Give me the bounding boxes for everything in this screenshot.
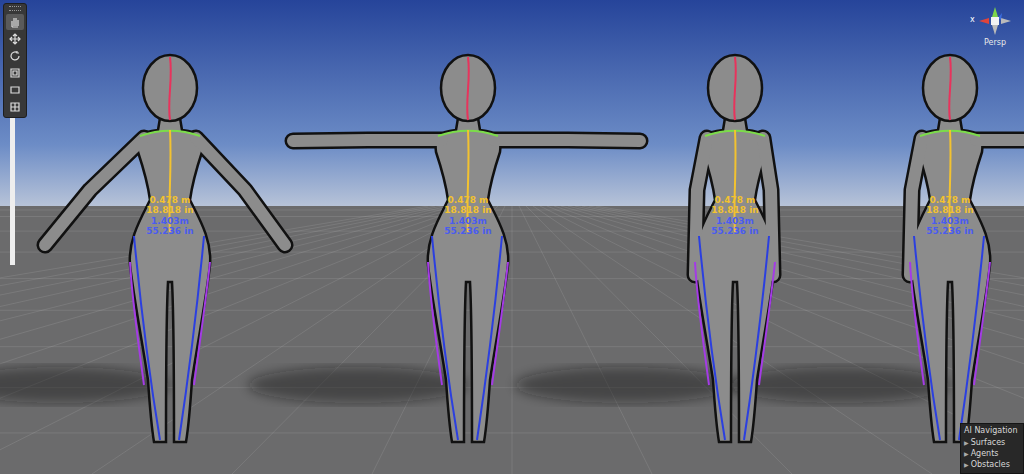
grid-line bbox=[0, 206, 456, 474]
measure-label: 55.236 in bbox=[711, 226, 758, 236]
transform-tool-button[interactable] bbox=[6, 99, 24, 115]
ai-navigation-overlay: AI Navigation▶Surfaces▶Agents▶Obstacles bbox=[960, 423, 1024, 474]
measure-guide bbox=[467, 57, 469, 120]
expand-arrow[interactable]: ▶ bbox=[964, 439, 969, 446]
x-axis-label: x bbox=[970, 15, 975, 24]
measure-guide bbox=[949, 57, 951, 120]
measure-label: 1.403m bbox=[716, 216, 754, 226]
viewport[interactable]: 0.478 m18.818 in1.403m55.236 in0.478 m18… bbox=[0, 0, 1024, 474]
expand-arrow[interactable]: ▶ bbox=[964, 450, 969, 457]
measure-label: 0.478 m bbox=[930, 195, 971, 205]
figure-arm bbox=[293, 140, 442, 141]
move-icon bbox=[9, 33, 21, 45]
rotate-tool-button[interactable] bbox=[6, 48, 24, 64]
hand-tool-button[interactable] bbox=[6, 14, 24, 30]
figure-body bbox=[428, 118, 508, 442]
arm-outline bbox=[976, 140, 1024, 141]
toolbar-grip[interactable] bbox=[9, 6, 21, 11]
measure-label: 1.403m bbox=[931, 216, 969, 226]
rotate-icon bbox=[9, 50, 21, 62]
tool-bar bbox=[3, 3, 27, 118]
measure-label: 18.818 in bbox=[146, 205, 193, 215]
grid-line bbox=[0, 206, 477, 474]
axis-gizmo-icon bbox=[972, 4, 1018, 38]
scale-tool-button[interactable] bbox=[6, 65, 24, 81]
overlay-title[interactable]: AI Navigation bbox=[964, 426, 1020, 437]
figure-arm bbox=[45, 138, 144, 245]
figure-arm bbox=[494, 140, 640, 141]
figure-head bbox=[143, 55, 197, 121]
overlay-item[interactable]: ▶Agents bbox=[964, 448, 1020, 459]
measure-guide bbox=[910, 262, 990, 385]
figure-shadow bbox=[0, 367, 170, 403]
grid-line bbox=[0, 206, 442, 474]
measure-label: 18.818 in bbox=[711, 205, 758, 215]
measure-guide bbox=[914, 236, 984, 440]
grid-line bbox=[519, 206, 652, 474]
figure-arm bbox=[976, 140, 1024, 141]
overlay-item[interactable]: ▶Obstacles bbox=[964, 459, 1020, 470]
measure-guide bbox=[428, 262, 508, 385]
grid-line bbox=[0, 206, 484, 474]
measure-guide bbox=[130, 262, 210, 385]
measure-guide bbox=[699, 236, 769, 440]
figure-head bbox=[708, 55, 762, 121]
figure-arm bbox=[196, 138, 285, 245]
measure-label: 1.403m bbox=[151, 216, 189, 226]
scene-view[interactable]: 0.478 m18.818 in1.403m55.236 in0.478 m18… bbox=[0, 0, 1024, 474]
figure-head bbox=[441, 55, 495, 121]
figure[interactable]: 0.478 m18.818 in1.403m55.236 in bbox=[45, 55, 285, 442]
arm-outline bbox=[494, 140, 640, 141]
grid-line bbox=[0, 206, 470, 474]
figure[interactable]: 0.478 m18.818 in1.403m55.236 in bbox=[910, 55, 1024, 442]
measure-label: 0.478 m bbox=[448, 195, 489, 205]
move-tool-button[interactable] bbox=[6, 31, 24, 47]
grid-line bbox=[0, 206, 449, 474]
measure-guide bbox=[695, 262, 775, 385]
hand-icon bbox=[9, 16, 21, 28]
measure-label: 0.478 m bbox=[715, 195, 756, 205]
measure-guide bbox=[432, 236, 502, 440]
measure-guide bbox=[734, 57, 736, 120]
expand-arrow[interactable]: ▶ bbox=[964, 461, 969, 468]
measure-label: 18.818 in bbox=[926, 205, 973, 215]
measure-label: 55.236 in bbox=[146, 226, 193, 236]
overlay-item[interactable]: ▶Surfaces bbox=[964, 437, 1020, 448]
transform-icon bbox=[9, 101, 21, 113]
rect-tool-button[interactable] bbox=[6, 82, 24, 98]
figure-body bbox=[910, 118, 990, 442]
arm-outline bbox=[45, 138, 144, 245]
figure[interactable]: 0.478 m18.818 in1.403m55.236 in bbox=[293, 55, 640, 442]
measure-label: 1.403m bbox=[449, 216, 487, 226]
figure-body bbox=[695, 118, 775, 442]
rect-icon bbox=[9, 84, 21, 96]
projection-label[interactable]: Persp bbox=[984, 38, 1006, 47]
figure-shadow bbox=[248, 367, 468, 403]
figure-shadow bbox=[515, 367, 735, 403]
scale-icon bbox=[9, 67, 21, 79]
grid-line bbox=[512, 206, 513, 474]
figure[interactable]: 0.478 m18.818 in1.403m55.236 in bbox=[695, 55, 775, 442]
figure-shadow bbox=[730, 367, 950, 403]
measure-guide bbox=[134, 236, 204, 440]
arm-outline bbox=[293, 140, 442, 141]
orientation-gizmo[interactable]: x Persp bbox=[970, 4, 1020, 47]
measure-label: 55.236 in bbox=[444, 226, 491, 236]
measure-label: 18.818 in bbox=[444, 205, 491, 215]
figure-body bbox=[130, 118, 210, 442]
measure-label: 0.478 m bbox=[150, 195, 191, 205]
measure-guide bbox=[169, 57, 171, 120]
arm-outline bbox=[196, 138, 285, 245]
measure-label: 55.236 in bbox=[926, 226, 973, 236]
figure-head bbox=[923, 55, 977, 121]
